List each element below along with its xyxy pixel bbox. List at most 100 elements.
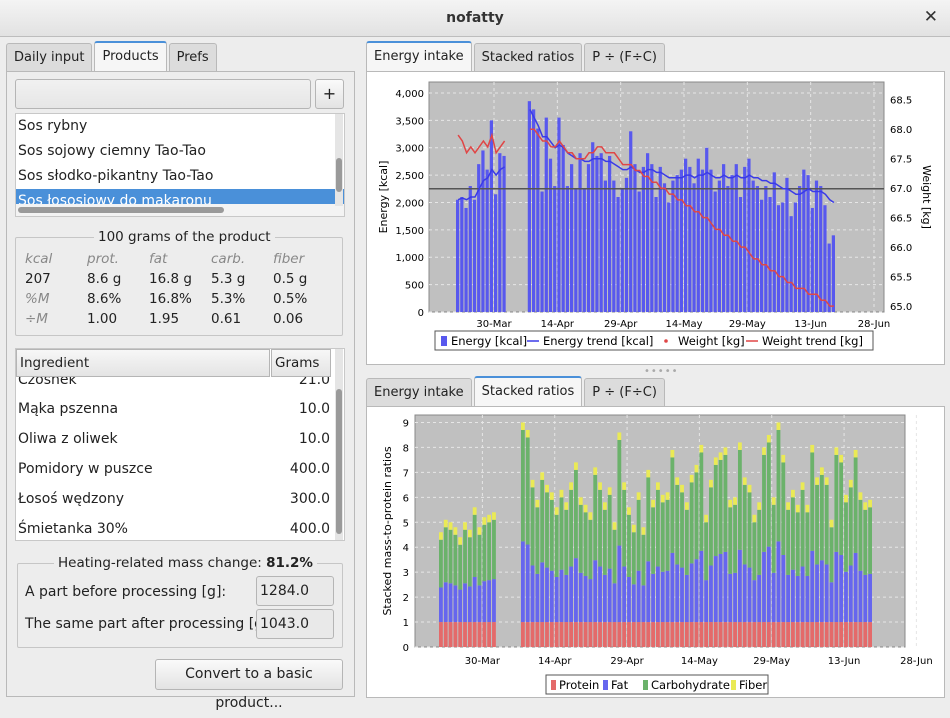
product-list[interactable]: Sos rybny Sos sojowy ciemny Tao-Tao Sos … [15,113,345,217]
fiber-bar [487,514,492,523]
tab-energy-intake[interactable]: Energy intake [366,41,472,71]
protein-bar [545,622,549,647]
fat-bar [824,564,829,623]
after-field[interactable]: 1043.0 [256,609,334,639]
table-row[interactable]: Mąka pszenna 10.0 [16,394,332,424]
fat-bar [636,570,641,623]
energy-bar [472,199,477,312]
carb-bar [713,464,718,557]
fiber-bar [578,497,583,505]
table-row[interactable]: Pomidory w puszce 400.0 [16,454,332,484]
fiber-bar [631,524,636,533]
add-product-button[interactable]: + [315,79,344,109]
protein-bar [819,622,824,647]
list-vscroll-thumb[interactable] [336,158,342,192]
protein-bar [815,622,819,647]
protein-bar [583,622,588,647]
before-field[interactable]: 1284.0 [256,576,334,606]
energy-bar [489,120,493,312]
energy-bar [637,191,641,312]
carb-bar [588,519,593,580]
ingredient-grams: 10.0 [298,401,330,417]
carb-bar [699,452,704,551]
ingredient-column-header-cover: Ingredient [16,349,270,377]
title-bar: nofatty ✕ [0,0,950,37]
fiber-bar [545,484,549,493]
pct-prot: 8.6% [87,291,122,307]
product-item[interactable]: Sos rybny [16,114,344,139]
energy-bar [544,117,548,312]
carb-bar [467,537,472,587]
fat-bar [598,566,602,623]
split-handle[interactable]: ••••• [644,366,679,377]
fat-bar [718,553,723,623]
protein-bar [776,622,781,647]
close-icon[interactable]: ✕ [924,7,938,27]
tab-daily-input[interactable]: Daily input [6,43,93,71]
protein-bar [805,622,810,647]
protein-bar [684,622,689,647]
tab-prefs[interactable]: Prefs [168,43,217,71]
fat-bar [776,541,781,623]
tab-stacked-ratios[interactable]: Stacked ratios [473,43,583,71]
bottom-chart-tabbar: Energy intake Stacked ratios P ÷ (F÷C) [366,376,665,406]
ingredient-grams: 10.0 [298,431,330,447]
table-row[interactable]: Oliwa z oliwek 10.0 [16,424,332,454]
tab-p-fc[interactable]: P ÷ (F÷C) [584,43,665,71]
tab-products[interactable]: Products [94,41,167,71]
ingredients-vscroll[interactable] [335,349,343,540]
nutrition-title: 100 grams of the product [94,229,275,245]
fiber-bar [448,522,453,530]
hscroll-thumb[interactable] [18,207,224,213]
fiber-bar [656,482,660,490]
energy-bar [675,175,679,312]
x-tick-label: 30-Mar [476,319,512,330]
energy-bar [726,186,730,312]
carb-bar [545,492,549,568]
ingredient-grams: 300.0 [289,491,330,507]
tab-energy-intake[interactable]: Energy intake [366,378,472,406]
protein-bar [709,622,713,647]
fiber-bar [815,477,819,485]
protein-bar [718,622,723,647]
product-item[interactable]: Sos sojowy ciemny Tao-Tao [16,139,344,164]
convert-button[interactable]: Convert to a basic product... [155,659,343,711]
y2-axis-label: Weight [kg] [920,165,933,229]
fiber-bar [641,527,646,535]
protein-bar [747,622,752,647]
list-vscroll[interactable] [335,114,343,206]
ingredients-vscroll-thumb[interactable] [336,389,342,534]
fat-bar [574,558,578,623]
product-item[interactable]: Sos słodko-pikantny Tao-Tao [16,164,344,189]
carb-bar [487,522,492,581]
fat-bar [631,584,636,623]
table-row[interactable]: Śmietanka 30% 400.0 [16,514,332,540]
tab-p-fc[interactable]: P ÷ (F÷C) [584,378,665,406]
fiber-bar [781,454,786,463]
fat-bar [752,580,757,623]
energy-bar [751,180,755,312]
energy-bar [781,202,785,312]
carb-bar [771,504,776,573]
fiber-bar [839,454,844,463]
energy-bar [498,153,502,312]
carb-bar [665,499,670,571]
x-tick-label: 29-May [753,656,790,667]
fiber-bar [747,484,752,493]
product-search-input[interactable] [15,79,311,109]
carb-bar [656,489,660,567]
table-row[interactable]: Łosoś wędzony 300.0 [16,484,332,514]
carb-bar [439,539,443,588]
legend-swatch [731,680,736,690]
fat-bar [467,586,472,623]
fat-bar [762,551,766,623]
carb-bar [680,492,684,568]
fat-bar [791,569,795,623]
energy-bar [485,169,489,312]
fat-bar [549,570,554,623]
energy-bar [633,164,637,312]
fat-bar [627,577,631,623]
fiber-bar [602,502,607,510]
tab-stacked-ratios[interactable]: Stacked ratios [473,376,583,406]
energy-bar [578,153,582,312]
